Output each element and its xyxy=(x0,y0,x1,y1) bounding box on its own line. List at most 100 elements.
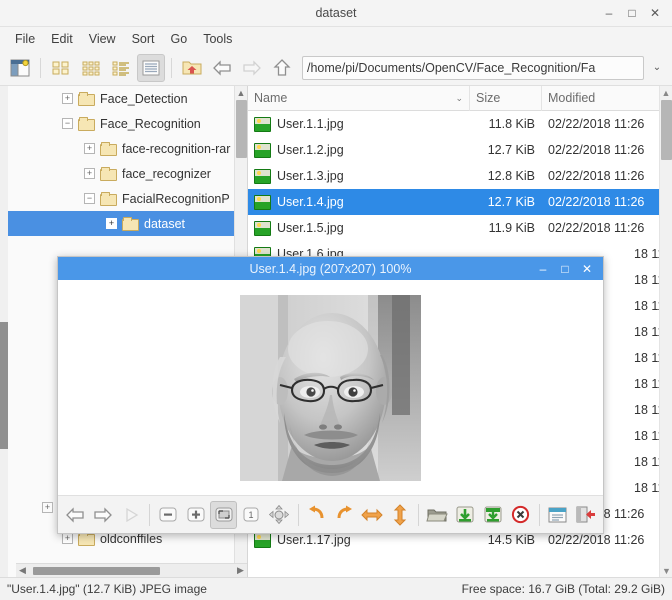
save-as-icon[interactable] xyxy=(479,501,506,529)
outer-scrollbar-thumb[interactable] xyxy=(0,322,8,450)
image-file-icon xyxy=(254,221,271,236)
window-controls: – □ ✕ xyxy=(598,3,672,23)
menu-item-tools[interactable]: Tools xyxy=(195,30,240,48)
menu-bar: File Edit View Sort Go Tools xyxy=(0,27,672,50)
back-arrow-icon[interactable] xyxy=(208,54,236,82)
rotate-right-icon[interactable] xyxy=(331,501,358,529)
column-header-size[interactable]: Size xyxy=(470,86,542,111)
minimize-button[interactable]: – xyxy=(598,3,620,23)
file-row[interactable]: User.1.4.jpg12.7 KiB02/22/2018 11:26 xyxy=(248,189,672,215)
tree-scrollbar-thumb[interactable] xyxy=(236,100,247,158)
file-list-vertical-scrollbar[interactable]: ▲ ▼ xyxy=(659,86,672,577)
menu-item-go[interactable]: Go xyxy=(163,30,196,48)
file-row[interactable]: User.1.3.jpg12.8 KiB02/22/2018 11:26 xyxy=(248,163,672,189)
forward-arrow-icon[interactable] xyxy=(238,54,266,82)
pan-move-icon[interactable] xyxy=(266,501,293,529)
viewer-minimize-button[interactable]: – xyxy=(533,259,553,278)
tree-expand-icon[interactable]: + xyxy=(62,533,73,544)
tree-item-facialrecognitionp[interactable]: − FacialRecognitionP xyxy=(8,186,247,211)
tree-expand-icon[interactable]: + xyxy=(106,218,117,229)
icon-view-icon[interactable] xyxy=(47,54,75,82)
file-row[interactable]: User.1.1.jpg11.8 KiB02/22/2018 11:26 xyxy=(248,111,672,137)
viewer-maximize-button[interactable]: □ xyxy=(555,259,575,278)
tree-collapse-icon[interactable]: − xyxy=(62,118,73,129)
save-icon[interactable] xyxy=(452,501,479,529)
flip-vertical-icon[interactable] xyxy=(386,501,413,529)
list-scroll-down-icon[interactable]: ▼ xyxy=(660,564,672,577)
image-file-icon xyxy=(254,143,271,158)
tree-scroll-right-icon[interactable]: ▶ xyxy=(234,565,247,576)
tree-item-face-recognizer[interactable]: +face_recognizer xyxy=(8,161,247,186)
file-list-header: Name ⌄ Size Modified xyxy=(248,86,672,111)
file-row[interactable]: User.1.2.jpg12.7 KiB02/22/2018 11:26 xyxy=(248,137,672,163)
menu-item-edit[interactable]: Edit xyxy=(43,30,81,48)
svg-text:1: 1 xyxy=(249,510,254,520)
tree-hscroll-track[interactable] xyxy=(29,566,234,576)
file-row[interactable]: User.1.5.jpg11.9 KiB02/22/2018 11:26 xyxy=(248,215,672,241)
menu-item-view[interactable]: View xyxy=(81,30,124,48)
thumbnail-view-icon[interactable] xyxy=(77,54,105,82)
viewer-titlebar: User.1.4.jpg (207x207) 100% – □ ✕ xyxy=(58,257,603,280)
status-free-space: Free space: 16.7 GiB (Total: 29.2 GiB) xyxy=(462,582,665,596)
tree-horizontal-scrollbar[interactable]: ◀ ▶ xyxy=(16,563,247,577)
list-scroll-up-icon[interactable]: ▲ xyxy=(660,86,672,99)
file-modified-cell: 02/22/2018 11:26 xyxy=(542,117,672,131)
tree-expander-behind-viewer[interactable]: + xyxy=(42,502,53,513)
outer-vertical-scrollbar[interactable] xyxy=(0,86,8,577)
properties-icon[interactable] xyxy=(545,501,572,529)
tree-expand-icon[interactable]: + xyxy=(84,143,95,154)
close-button[interactable]: ✕ xyxy=(644,3,666,23)
window-titlebar: dataset – □ ✕ xyxy=(0,0,672,27)
maximize-button[interactable]: □ xyxy=(621,3,643,23)
tree-item-label: FacialRecognitionP xyxy=(122,192,230,206)
tree-hscroll-thumb[interactable] xyxy=(33,567,160,575)
toolbar-separator-2 xyxy=(171,58,172,78)
tree-expand-icon[interactable]: + xyxy=(62,93,73,104)
column-header-modified[interactable]: Modified xyxy=(542,86,672,111)
detailed-list-view-icon[interactable] xyxy=(137,54,165,82)
home-folder-icon[interactable] xyxy=(178,54,206,82)
menu-item-file[interactable]: File xyxy=(7,30,43,48)
path-input[interactable]: /home/pi/Documents/OpenCV/Face_Recogniti… xyxy=(302,56,644,80)
slideshow-play-icon[interactable] xyxy=(117,501,144,529)
tree-item-face-recognition[interactable]: −Face_Recognition xyxy=(8,111,247,136)
displayed-photo xyxy=(240,295,421,481)
tree-expand-icon[interactable]: + xyxy=(84,168,95,179)
rotate-left-icon[interactable] xyxy=(303,501,330,529)
zoom-out-icon[interactable] xyxy=(155,501,182,529)
list-scrollbar-thumb[interactable] xyxy=(661,100,672,160)
file-size-cell: 12.8 KiB xyxy=(470,169,542,183)
folder-icon xyxy=(78,117,95,131)
toolbar-separator xyxy=(40,58,41,78)
path-dropdown-icon[interactable]: ⌄ xyxy=(648,56,666,80)
tree-scroll-left-icon[interactable]: ◀ xyxy=(16,565,29,576)
file-size-cell: 11.8 KiB xyxy=(470,117,542,131)
tree-item-face-detection[interactable]: +Face_Detection xyxy=(8,86,247,111)
zoom-in-icon[interactable] xyxy=(183,501,210,529)
column-header-name[interactable]: Name ⌄ xyxy=(248,86,470,111)
tree-scroll-up-icon[interactable]: ▲ xyxy=(235,86,247,99)
folder-icon xyxy=(122,217,139,231)
tree-collapse-icon[interactable]: − xyxy=(84,193,95,204)
delete-icon[interactable] xyxy=(507,501,534,529)
tree-item-label: dataset xyxy=(144,217,185,231)
viewer-image-canvas[interactable] xyxy=(58,280,603,495)
tree-item-face-recognition-rar[interactable]: +face-recognition-rar xyxy=(8,136,247,161)
flip-horizontal-icon[interactable] xyxy=(359,501,386,529)
next-image-icon[interactable] xyxy=(90,501,117,529)
sort-caret-icon[interactable]: ⌄ xyxy=(455,93,463,104)
file-size-cell: 12.7 KiB xyxy=(470,195,542,209)
compact-view-icon[interactable] xyxy=(107,54,135,82)
open-file-icon[interactable] xyxy=(424,501,451,529)
up-arrow-icon[interactable] xyxy=(268,54,296,82)
quit-icon[interactable] xyxy=(572,501,599,529)
fit-to-window-icon[interactable] xyxy=(210,501,237,529)
previous-image-icon[interactable] xyxy=(62,501,89,529)
file-name-cell: User.1.3.jpg xyxy=(248,169,470,184)
column-header-name-label: Name xyxy=(254,91,287,105)
zoom-original-icon[interactable]: 1 xyxy=(238,501,265,529)
tree-item-dataset[interactable]: + dataset xyxy=(8,211,247,236)
show-sidebar-icon[interactable] xyxy=(6,54,34,82)
viewer-close-button[interactable]: ✕ xyxy=(577,259,597,278)
menu-item-sort[interactable]: Sort xyxy=(124,30,163,48)
